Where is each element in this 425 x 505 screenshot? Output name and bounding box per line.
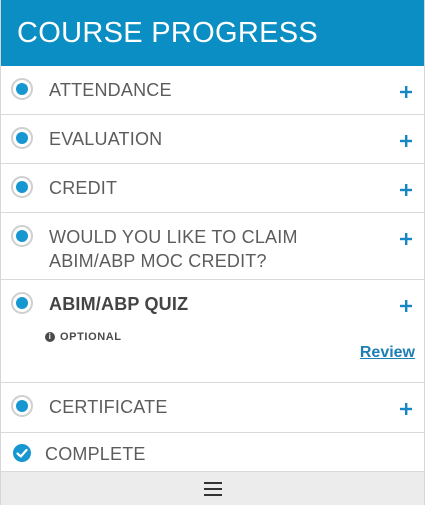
step-label: ATTENDANCE (49, 80, 172, 100)
step-claim-moc-credit[interactable]: WOULD YOU LIKE TO CLAIM ABIM/ABP MOC CRE… (1, 213, 424, 280)
step-status-icon (11, 78, 33, 100)
step-label: ABIM/ABP QUIZ (49, 294, 189, 314)
plus-icon[interactable] (398, 298, 414, 314)
step-complete: COMPLETE (1, 433, 424, 473)
plus-icon[interactable] (398, 231, 414, 247)
optional-note: i OPTIONAL (45, 331, 122, 343)
step-credit[interactable]: CREDIT (1, 164, 424, 213)
hamburger-menu-icon[interactable] (203, 481, 222, 496)
step-status-icon (11, 127, 33, 149)
panel-header: COURSE PROGRESS (1, 0, 424, 66)
footer-bar (1, 471, 424, 505)
course-progress-panel: COURSE PROGRESS ATTENDANCE EVALUATION CR… (0, 0, 425, 505)
plus-icon[interactable] (398, 401, 414, 417)
step-attendance[interactable]: ATTENDANCE (1, 66, 424, 115)
step-label: CREDIT (49, 178, 118, 198)
step-label: CERTIFICATE (49, 397, 168, 417)
plus-icon[interactable] (398, 84, 414, 100)
step-status-icon (11, 225, 33, 247)
step-evaluation[interactable]: EVALUATION (1, 115, 424, 164)
plus-icon[interactable] (398, 133, 414, 149)
step-certificate[interactable]: CERTIFICATE (1, 383, 424, 433)
step-label: WOULD YOU LIKE TO CLAIM ABIM/ABP MOC CRE… (49, 227, 298, 271)
step-status-icon (11, 395, 33, 417)
step-status-icon (11, 176, 33, 198)
step-label: EVALUATION (49, 129, 163, 149)
complete-label: COMPLETE (45, 444, 146, 464)
plus-icon[interactable] (398, 182, 414, 198)
optional-label: OPTIONAL (60, 331, 122, 343)
info-icon: i (45, 332, 55, 342)
review-link[interactable]: Review (360, 344, 415, 362)
step-abim-abp-quiz[interactable]: ABIM/ABP QUIZ i OPTIONAL Review (1, 280, 424, 383)
panel-title: COURSE PROGRESS (17, 17, 318, 49)
check-circle-icon (13, 444, 31, 462)
step-status-icon (11, 292, 33, 314)
